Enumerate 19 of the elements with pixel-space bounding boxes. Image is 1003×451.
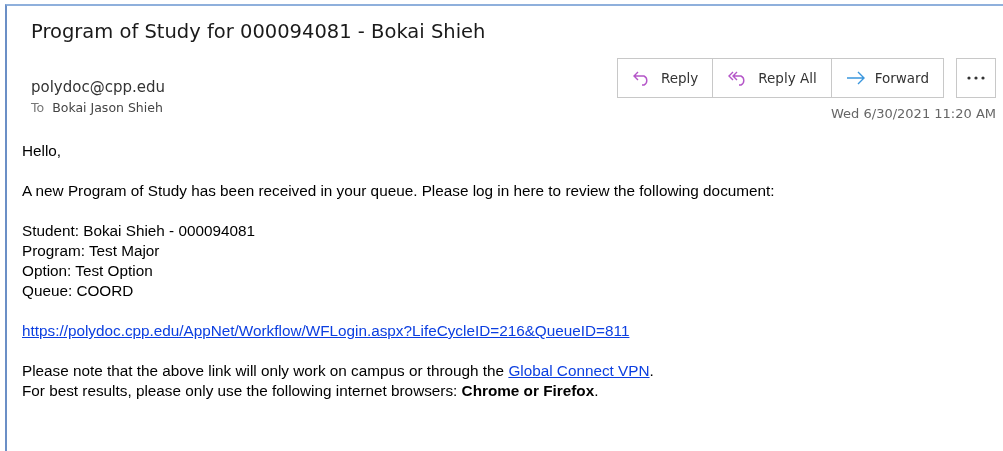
sent-date: Wed 6/30/2021 11:20 AM bbox=[831, 106, 996, 121]
body-text: For best results, please only use the following internet browsers: Chrome or Firefox. bbox=[22, 382, 599, 399]
body-text: Student: Bokai Shieh - 000094081 bbox=[22, 222, 256, 239]
body-text: Please note that the above link will only work on campus or through the bbox=[22, 362, 506, 379]
to-label: To bbox=[31, 100, 45, 115]
body-text: Program: Test Major bbox=[22, 242, 160, 259]
recipient-name: Bokai Jason Shieh bbox=[52, 100, 163, 115]
more-icon bbox=[967, 76, 985, 80]
link[interactable]: Global Connect VPN bbox=[508, 362, 650, 379]
email-subject: Program of Study for 000094081 - Bokai Shieh bbox=[31, 20, 487, 45]
body-text: Option: Test Option bbox=[22, 262, 153, 279]
forward-arrow-icon bbox=[845, 71, 866, 85]
body-text: Hello, bbox=[22, 142, 62, 159]
link[interactable]: https://polydoc.cpp.edu/AppNet/Workflow/WFLogin.aspx?LifeCycleID=216&QueueID=811 bbox=[22, 322, 630, 339]
body-text: Queue: COORD bbox=[22, 282, 134, 299]
body-text: . bbox=[649, 362, 654, 379]
sender-address: polydoc@cpp.edu bbox=[31, 78, 165, 96]
body-text: A new Program of Study has been received in your queue. Please log in here to review the following document: bbox=[22, 182, 775, 199]
more-options-button[interactable] bbox=[956, 58, 996, 98]
